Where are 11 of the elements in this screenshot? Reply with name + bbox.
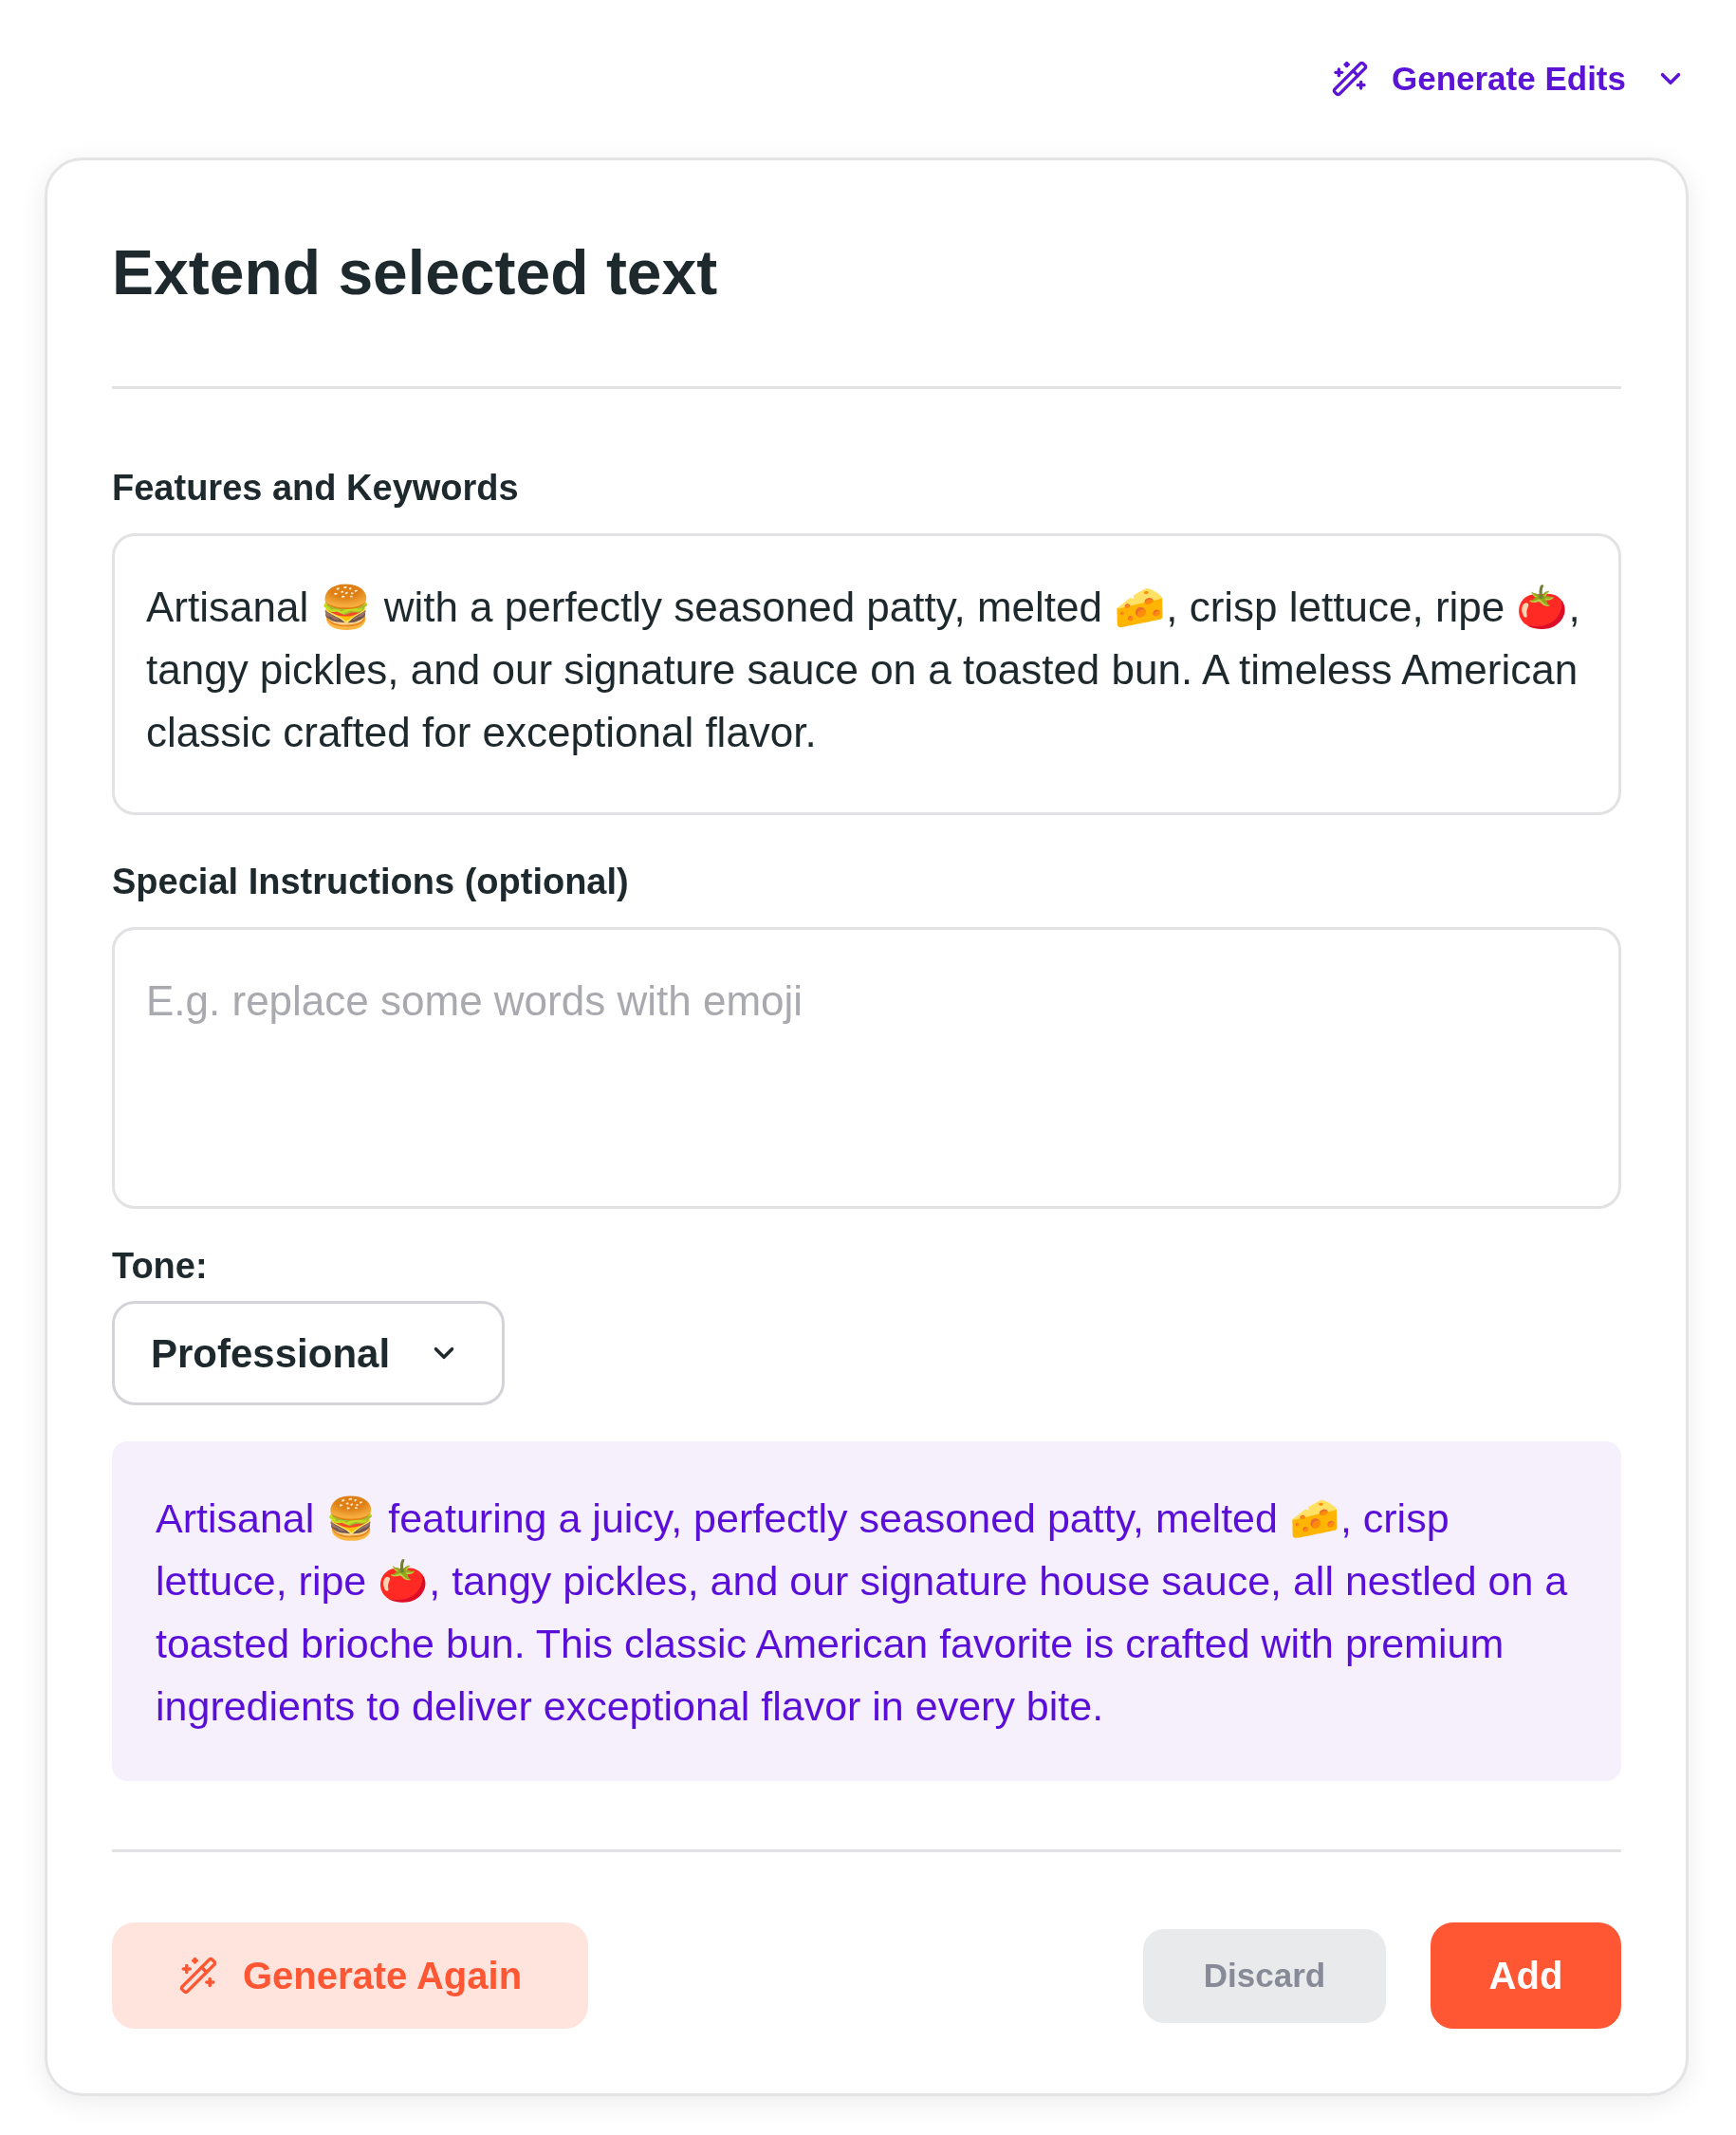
field-label: Features and Keywords xyxy=(112,467,520,509)
text-area[interactable]: Artisanal 🍔 with a perfectly seasoned patty, melted 🧀, crisp lettuce, ripe 🍅, tangy pickles, and our signature sauce on a toasted bun. A timeless American classic crafted for exceptional flavor. xyxy=(112,533,1621,815)
field-label: Special Instructions (optional) xyxy=(112,861,630,902)
tone-label: Tone: xyxy=(112,1245,209,1287)
magic-wand-icon xyxy=(177,1956,218,1996)
generate-edits-button[interactable]: Generate Edits xyxy=(1330,38,1687,120)
dialog-title: Extend selected text xyxy=(112,236,719,309)
text-area[interactable]: E.g. replace some words with emoji xyxy=(112,927,1621,1209)
tone-select[interactable]: Professional xyxy=(112,1301,505,1405)
magic-wand-icon xyxy=(1330,60,1369,98)
generated-text-panel: Artisanal 🍔 featuring a juicy, perfectly seasoned patty, melted 🧀, crisp lettuce, ripe 🍅, tangy pickles, and our signature house sauce, all nestled on a toasted brioche bun. This classic American favorite is crafted with premium ingredients to deliver exceptional flavor in every bite. xyxy=(112,1441,1621,1781)
